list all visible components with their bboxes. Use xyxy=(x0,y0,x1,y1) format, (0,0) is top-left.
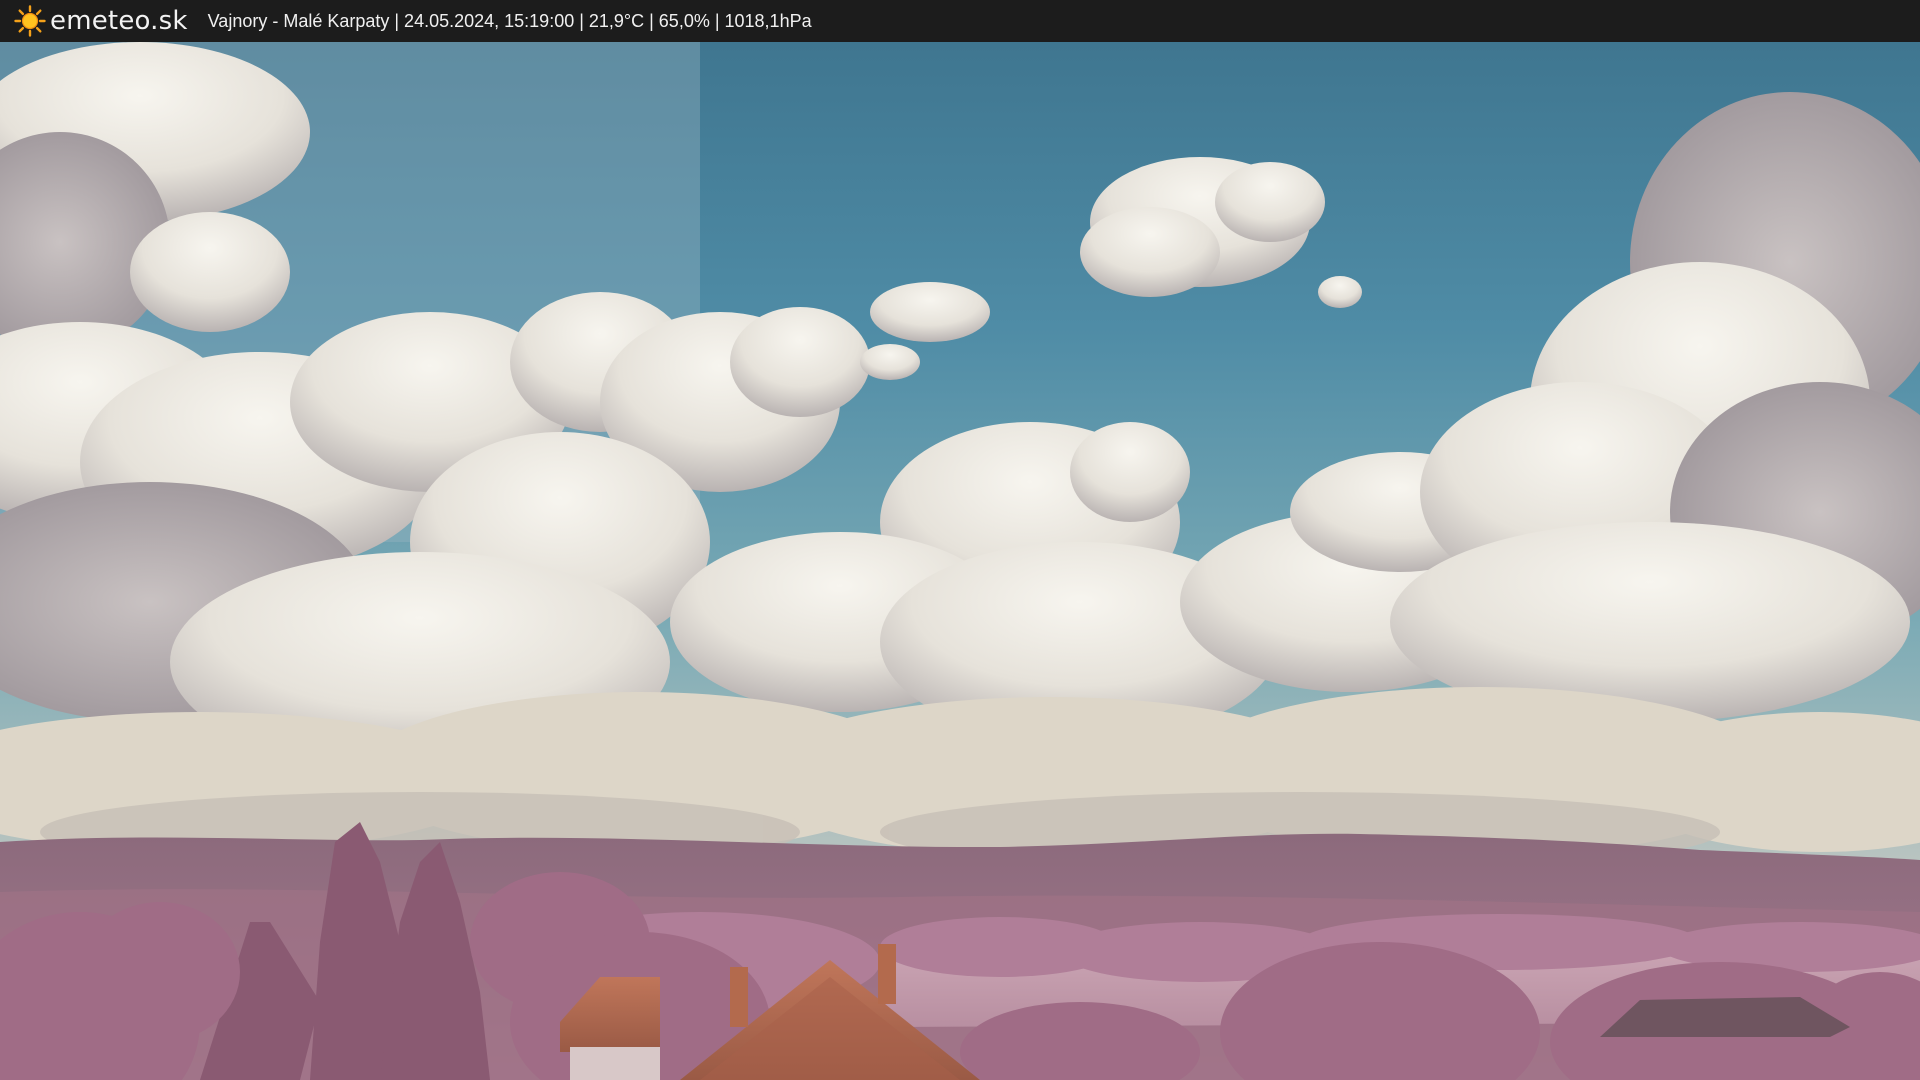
station-caption: Vajnory - Malé Karpaty | 24.05.2024, 15:… xyxy=(207,10,812,31)
webcam-frame: emeteo.sk Vajnory - Malé Karpaty | 24.05… xyxy=(0,0,1920,1080)
webcam-image xyxy=(0,42,1920,1080)
caption-bar: emeteo.sk Vajnory - Malé Karpaty | 24.05… xyxy=(0,0,1920,42)
brand-logo[interactable]: emeteo.sk xyxy=(14,0,188,42)
sun-icon xyxy=(14,5,46,37)
brand-name: emeteo.sk xyxy=(50,6,188,36)
